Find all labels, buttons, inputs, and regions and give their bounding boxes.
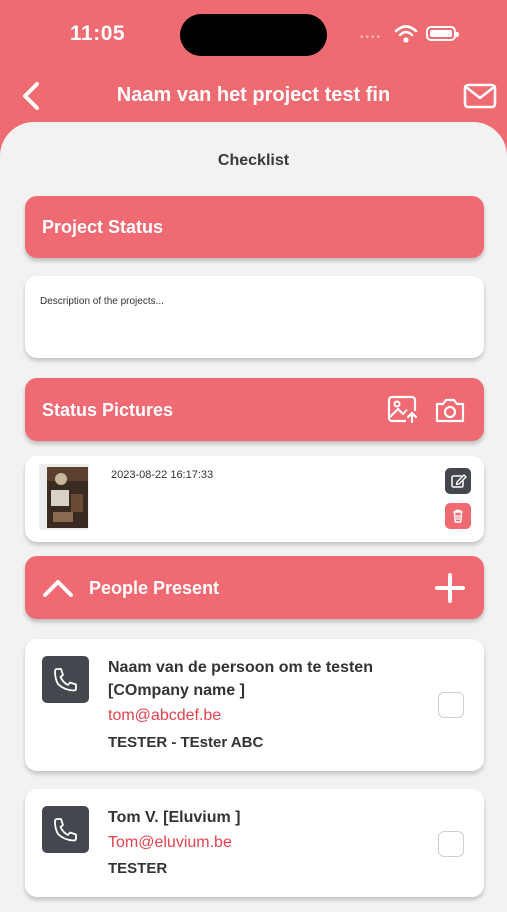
people-present-header[interactable]: People Present: [25, 556, 484, 619]
phone-icon: [54, 668, 77, 692]
picture-timestamp: 2023-08-22 16:17:33: [111, 469, 214, 481]
person-role: TESTER - TEster ABC: [108, 734, 264, 751]
description-placeholder: Description of the projects...: [40, 296, 164, 307]
status-bar: 11:05 ••••: [0, 0, 507, 70]
status-time: 11:05: [70, 22, 126, 45]
chevron-up-icon[interactable]: [42, 578, 74, 598]
battery-icon: [426, 26, 459, 41]
status-pictures-label: Status Pictures: [42, 400, 174, 420]
description-field[interactable]: Description of the projects...: [25, 276, 484, 358]
camera-icon[interactable]: [434, 396, 466, 424]
person-name: Naam van de persoon om te testen [COmpan…: [108, 656, 373, 702]
person-role: TESTER: [108, 860, 168, 877]
person-email[interactable]: Tom@eluvium.be: [108, 834, 232, 852]
delete-picture-button[interactable]: [445, 503, 471, 529]
add-person-icon[interactable]: [434, 572, 466, 604]
person-email[interactable]: tom@abcdef.be: [108, 707, 221, 725]
phone-icon: [54, 818, 77, 842]
call-button[interactable]: [42, 656, 89, 703]
people-present-label: People Present: [89, 578, 220, 598]
person-name-line2: [COmpany name ]: [108, 682, 245, 699]
page-title-header: Naam van het project test fin: [116, 84, 391, 106]
call-button[interactable]: [42, 806, 89, 853]
mail-icon[interactable]: [462, 80, 498, 112]
status-pictures-header: Status Pictures: [25, 378, 484, 441]
back-chevron-icon[interactable]: [16, 80, 48, 112]
nav-header: Naam van het project test fin: [0, 72, 507, 122]
trash-icon: [453, 509, 463, 523]
content-panel: Checklist Project Status Description of …: [0, 122, 507, 912]
person-present-checkbox[interactable]: [438, 692, 464, 718]
person-present-checkbox[interactable]: [438, 831, 464, 857]
person-name-line1: Naam van de persoon om te testen: [108, 659, 373, 676]
checklist-title: Checklist: [217, 152, 290, 169]
project-status-label: Project Status: [42, 217, 164, 237]
signal-icon: ••••: [360, 32, 383, 43]
person-card: Tom V. [Eluvium ] Tom@eluvium.be TESTER: [25, 789, 484, 897]
status-icons: ••••: [360, 24, 470, 46]
person-card: Naam van de persoon om te testen [COmpan…: [25, 639, 484, 771]
gallery-upload-icon[interactable]: [387, 395, 419, 424]
dynamic-island: [180, 14, 327, 56]
project-status-header: Project Status: [25, 196, 484, 258]
edit-icon: [451, 474, 467, 488]
picture-thumbnail[interactable]: [39, 464, 89, 530]
picture-row: 2023-08-22 16:17:33: [25, 456, 484, 542]
person-name: Tom V. [Eluvium ]: [108, 809, 241, 826]
edit-picture-button[interactable]: [445, 468, 471, 494]
wifi-icon: [394, 25, 418, 43]
